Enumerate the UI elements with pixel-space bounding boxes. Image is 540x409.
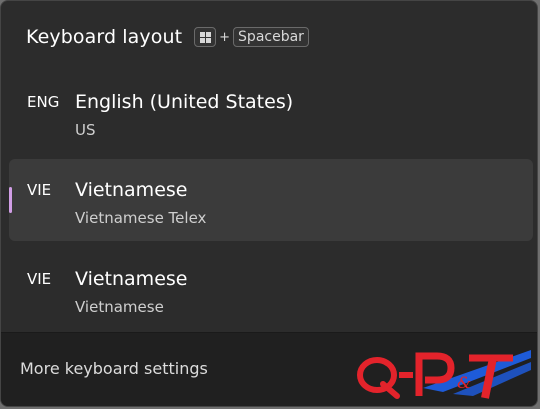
- spacebar-keycap: Spacebar: [233, 27, 309, 47]
- layout-name: Vietnamese: [75, 179, 188, 201]
- layout-name: English (United States): [75, 91, 294, 113]
- layout-keyboard: Vietnamese: [75, 298, 164, 316]
- layout-keyboard: Vietnamese Telex: [75, 209, 207, 227]
- shortcut-plus: +: [219, 29, 231, 45]
- shortcut-hint: + Spacebar: [194, 27, 309, 47]
- flyout-header: Keyboard layout + Spacebar: [26, 23, 309, 51]
- windows-key-icon: [194, 27, 217, 47]
- layout-code: VIE: [27, 181, 52, 199]
- layout-keyboard: US: [75, 121, 96, 139]
- svg-text:&: &: [457, 373, 471, 392]
- selection-indicator: [9, 187, 12, 213]
- layout-item-vie-telex[interactable]: VIE Vietnamese Vietnamese Telex: [9, 159, 533, 241]
- layout-code: VIE: [27, 270, 52, 288]
- qpt-watermark-logo: &: [357, 350, 531, 399]
- layout-item-eng-us[interactable]: ENG English (United States) US: [9, 71, 533, 153]
- more-keyboard-settings-link[interactable]: More keyboard settings: [20, 359, 208, 378]
- keyboard-layout-flyout: Keyboard layout + Spacebar ENG English (…: [0, 0, 538, 407]
- layout-name: Vietnamese: [75, 268, 188, 290]
- layout-item-vie-vietnamese[interactable]: VIE Vietnamese Vietnamese: [9, 248, 533, 330]
- layout-code: ENG: [27, 93, 60, 111]
- flyout-footer: More keyboard settings &: [1, 332, 537, 406]
- flyout-title: Keyboard layout: [26, 26, 183, 48]
